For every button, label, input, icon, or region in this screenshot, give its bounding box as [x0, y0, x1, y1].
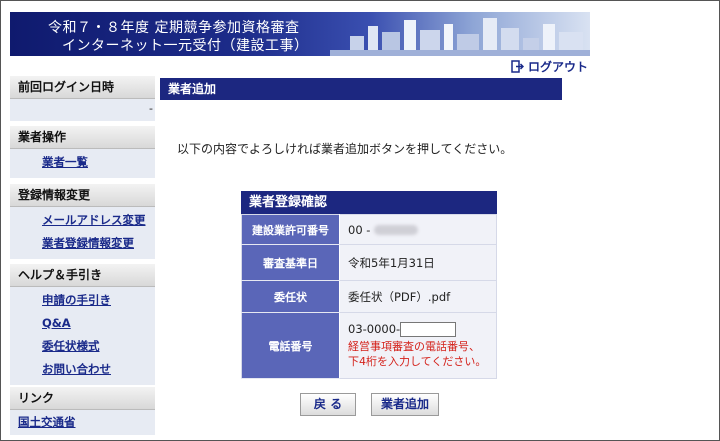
sidebar-links: リンク 国土交通省 [10, 387, 155, 435]
instruction-text: 以下の内容でよろしければ業者追加ボタンを押してください。 [177, 142, 513, 156]
row-value-phone: 03-0000- 経営事項審査の電話番号、 下4桁を入力してください。 [339, 312, 497, 379]
city-skyline-image [330, 18, 590, 56]
registration-body: メールアドレス変更 業者登録情報変更 [10, 207, 155, 259]
table-row: 委任状 委任状（PDF）.pdf [241, 280, 497, 313]
row-value-review-date: 令和5年1月31日 [339, 244, 497, 281]
logout-label: ログアウト [528, 60, 589, 74]
phone-note-line2: 下4桁を入力してください。 [348, 355, 487, 368]
row-label-review-date: 審査基準日 [241, 244, 340, 281]
redacted-permit-number [374, 225, 419, 235]
phone-note-line1: 経営事項審査の電話番号、 [348, 340, 480, 353]
logout-icon [511, 60, 524, 73]
sidebar-registration: 登録情報変更 メールアドレス変更 業者登録情報変更 [10, 184, 155, 259]
last-login-value: - [149, 102, 153, 115]
row-value-proxy: 委任状（PDF）.pdf [339, 280, 497, 313]
table-row: 建設業許可番号 00 - [241, 214, 497, 245]
logout-link[interactable]: ログアウト [511, 58, 588, 75]
confirm-table-caption: 業者登録確認 [241, 191, 497, 214]
table-row: 電話番号 03-0000- 経営事項審査の電話番号、 下4桁を入力してください。 [241, 312, 497, 379]
operations-heading: 業者操作 [10, 126, 155, 149]
row-label-proxy: 委任状 [241, 280, 340, 313]
sidebar-item-proxy-form[interactable]: 委任状様式 [10, 335, 155, 358]
help-heading: ヘルプ＆手引き [10, 264, 155, 287]
sidebar-item-vendor-info-change[interactable]: 業者登録情報変更 [10, 232, 155, 255]
registration-heading: 登録情報変更 [10, 184, 155, 207]
sidebar-help: ヘルプ＆手引き 申請の手引き Q&A 委任状様式 お問い合わせ [10, 264, 155, 385]
help-body: 申請の手引き Q&A 委任状様式 お問い合わせ [10, 287, 155, 385]
page-title: 業者追加 [160, 78, 562, 100]
row-value-permit-number: 00 - [339, 214, 497, 245]
sidebar-item-mlit[interactable]: 国土交通省 [10, 411, 155, 434]
header-title-line2: インターネット一元受付（建設工事） [62, 38, 309, 54]
sidebar-item-contact[interactable]: お問い合わせ [10, 358, 155, 381]
add-vendor-button[interactable]: 業者追加 [371, 393, 439, 416]
header-title-line1: 令和７・８年度 定期競争参加資格審査 [48, 20, 300, 36]
links-heading: リンク [10, 387, 155, 410]
sidebar-item-vendor-list[interactable]: 業者一覧 [10, 151, 155, 174]
row-label-permit-number: 建設業許可番号 [241, 214, 340, 245]
confirm-table: 業者登録確認 建設業許可番号 00 - 審査基準日 令和5年1月31日 委任状 … [241, 191, 497, 379]
sidebar-item-guide[interactable]: 申請の手引き [10, 289, 155, 312]
header-banner: 令和７・８年度 定期競争参加資格審査 インターネット一元受付（建設工事） [10, 12, 590, 56]
sidebar-last-login: 前回ログイン日時 - [10, 76, 155, 121]
sidebar-item-faq[interactable]: Q&A [10, 312, 155, 335]
sidebar-operations: 業者操作 業者一覧 [10, 126, 155, 178]
phone-last4-input[interactable] [400, 322, 457, 337]
permit-number-prefix: 00 - [348, 222, 375, 237]
operations-body: 業者一覧 [10, 149, 155, 178]
row-label-phone: 電話番号 [241, 312, 340, 379]
back-button[interactable]: 戻 る [300, 393, 356, 416]
last-login-heading: 前回ログイン日時 [10, 76, 155, 99]
phone-prefix: 03-0000- [348, 322, 401, 336]
last-login-body: - [10, 99, 155, 121]
sidebar-item-email-change[interactable]: メールアドレス変更 [10, 209, 155, 232]
table-row: 審査基準日 令和5年1月31日 [241, 244, 497, 281]
links-body: 国土交通省 [10, 410, 155, 435]
